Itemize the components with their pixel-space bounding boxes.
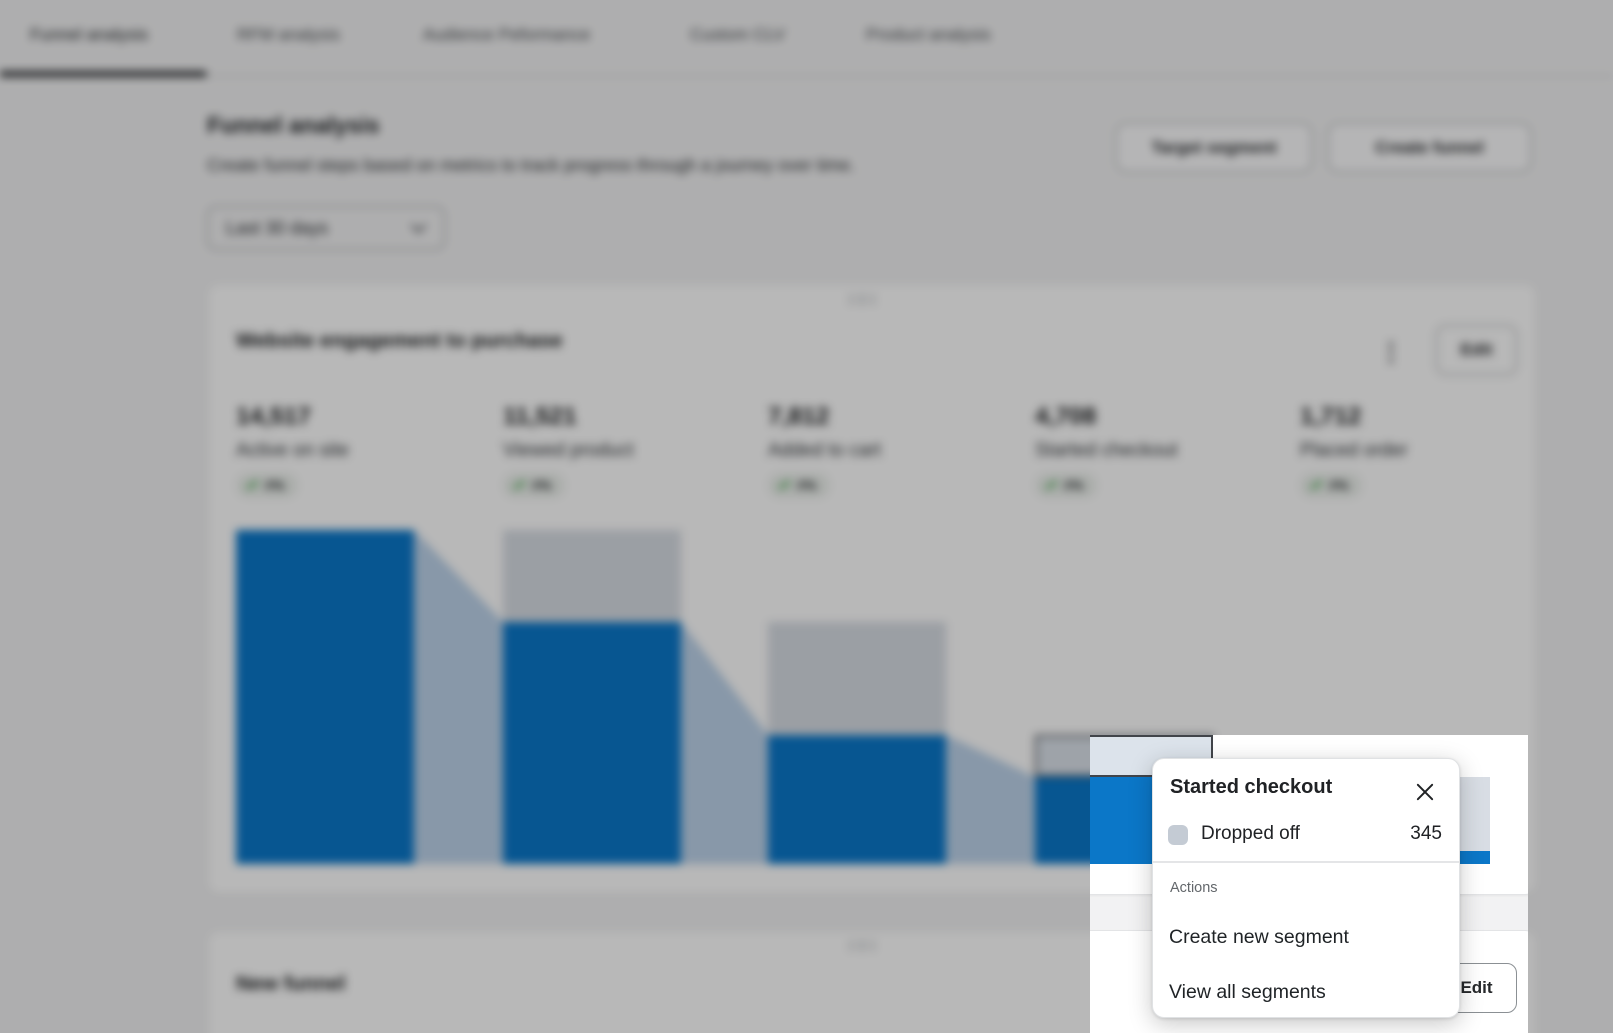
- tabbar-divider: [0, 75, 1613, 77]
- trend-badge: #%: [1035, 473, 1097, 498]
- step-placed-order: 1,712 Placed order #%: [1300, 403, 1550, 498]
- trend-up-icon: [1044, 479, 1058, 492]
- trend-badge: #%: [768, 473, 830, 498]
- step-value: 7,812: [768, 403, 1018, 431]
- tab-product-analysis[interactable]: Product analysis: [866, 25, 991, 51]
- date-range-value: Last 30 days: [226, 218, 328, 239]
- dropped-off-value: 345: [1410, 823, 1442, 845]
- dropped-off-swatch: [1168, 825, 1188, 845]
- close-icon[interactable]: [1412, 779, 1438, 805]
- step-started-checkout: 4,708 Started checkout #%: [1035, 403, 1285, 498]
- page-title: Funnel analysis: [207, 112, 380, 139]
- step-value: 1,712: [1300, 403, 1550, 431]
- bar-viewed-product-dropped[interactable]: [503, 530, 681, 622]
- trend-badge: #%: [1300, 473, 1362, 498]
- step-label: Added to cart: [768, 440, 1018, 462]
- chevron-down-icon: [411, 224, 426, 233]
- tab-funnel-analysis[interactable]: Funnel analysis: [30, 25, 148, 51]
- page-description: Create funnel steps based on metrics to …: [207, 155, 855, 176]
- tab-audience-performance[interactable]: Audience Peformance: [423, 25, 590, 51]
- new-funnel-title: New funnel: [236, 972, 345, 996]
- actions-section-label: Actions: [1170, 880, 1218, 896]
- step-value: 14,517: [236, 403, 486, 431]
- step-label: Placed order: [1300, 440, 1550, 462]
- step-value: 4,708: [1035, 403, 1285, 431]
- step-added-to-cart: 7,812 Added to cart #%: [768, 403, 1018, 498]
- popover-divider: [1153, 861, 1459, 863]
- menu-item-create-new-segment[interactable]: Create new segment: [1169, 926, 1443, 956]
- tab-custom-clv[interactable]: Custom CLV: [690, 25, 785, 51]
- bar-active-on-site[interactable]: [236, 530, 414, 864]
- trend-up-icon: [245, 479, 259, 492]
- date-range-select[interactable]: Last 30 days: [207, 206, 445, 250]
- target-segment-button[interactable]: Target segment: [1116, 123, 1312, 172]
- bar-added-to-cart-dropped[interactable]: [768, 622, 946, 735]
- segment-popover: Started checkout Dropped off 345 Actions…: [1152, 758, 1460, 1018]
- popover-title: Started checkout: [1170, 776, 1332, 799]
- funnel-card-title: Website engagement to purchase: [236, 329, 563, 353]
- drag-handle[interactable]: [846, 292, 878, 305]
- trend-up-icon: [512, 479, 526, 492]
- step-active-on-site: 14,517 Active on site #%: [236, 403, 486, 498]
- trend-up-icon: [1309, 479, 1323, 492]
- trend-up-icon: [777, 479, 791, 492]
- drag-handle[interactable]: [846, 938, 878, 951]
- create-funnel-button[interactable]: Create funnel: [1328, 123, 1531, 172]
- step-label: Active on site: [236, 440, 486, 462]
- step-value: 11,521: [503, 403, 753, 431]
- kebab-menu-icon[interactable]: [1384, 336, 1398, 368]
- step-viewed-product: 11,521 Viewed product #%: [503, 403, 753, 498]
- funnel-edit-button[interactable]: Edit: [1436, 325, 1517, 375]
- step-label: Viewed product: [503, 440, 753, 462]
- bar-added-to-cart[interactable]: [768, 735, 946, 864]
- step-label: Started checkout: [1035, 440, 1285, 462]
- menu-item-view-all-segments[interactable]: View all segments: [1169, 981, 1443, 1011]
- bar-viewed-product[interactable]: [503, 622, 681, 864]
- trend-badge: #%: [236, 473, 298, 498]
- tab-rfm-analysis[interactable]: RFM analysis: [237, 25, 340, 51]
- active-tab-underline: [0, 71, 207, 77]
- screen: Funnel analysis RFM analysis Audience Pe…: [0, 0, 1613, 1033]
- dropped-off-label: Dropped off: [1201, 823, 1300, 845]
- trend-badge: #%: [503, 473, 565, 498]
